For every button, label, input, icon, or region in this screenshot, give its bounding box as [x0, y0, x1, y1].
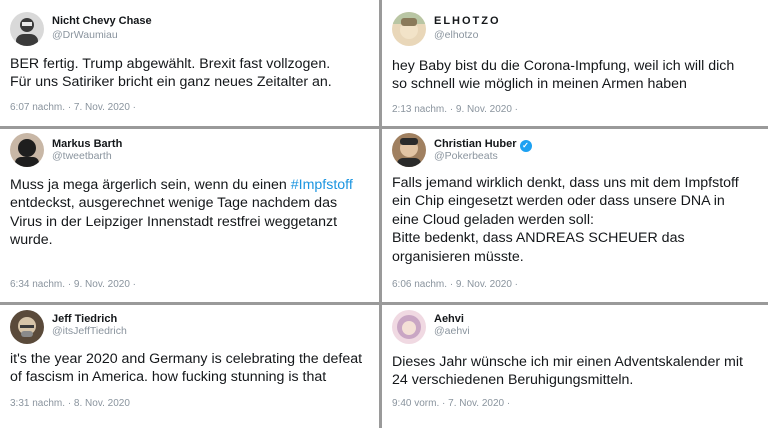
avatar-photo-icon [392, 310, 426, 344]
grid-divider-vertical [379, 0, 382, 428]
user-handle[interactable]: @itsJeffTiedrich [52, 325, 127, 337]
tweet-text-line: it's the year 2020 and Germany is celebr… [10, 351, 363, 367]
avatar-photo-icon [10, 310, 44, 344]
user-handle[interactable]: @DrWaumiau [52, 29, 118, 41]
tweet-timestamp[interactable]: 6:34 nachm. · 9. Nov. 2020 · [10, 279, 136, 290]
tweet-text-line: Für uns Satiriker bricht ein ganz neues … [10, 74, 332, 91]
tweet-text: Falls jemand wirklich denkt, dass uns mi… [392, 174, 760, 266]
tweet-collage: Nicht Chevy Chase @DrWaumiau BER fertig.… [0, 0, 768, 428]
tweet-card-elhotzo[interactable]: ELHOTZO @elhotzo hey Baby bist du die Co… [382, 0, 768, 126]
grid-divider-horizontal [0, 302, 768, 305]
tweet-text-line: wurde. [10, 232, 53, 249]
tweet-text-line: Dieses Jahr wünsche ich mir einen Advent… [392, 354, 743, 370]
tweet-card-tweetbarth[interactable]: Markus Barth @tweetbarth Muss ja mega är… [0, 129, 379, 302]
hashtag-link[interactable]: #Impfstoff [291, 177, 353, 193]
tweet-text-line: hey Baby bist du die Corona-Impfung, wei… [392, 58, 735, 74]
avatar[interactable] [10, 12, 44, 46]
tweet-text-line: so schnell wie möglich in meinen Armen h… [392, 76, 687, 93]
avatar[interactable] [392, 133, 426, 167]
tweet-text-line: organisieren müsste. [392, 248, 524, 265]
tweet-text-line: Bitte bedenkt, dass ANDREAS SCHEUER das [392, 230, 685, 247]
avatar-photo-icon [392, 133, 426, 167]
user-handle[interactable]: @elhotzo [434, 29, 479, 41]
tweet-text: hey Baby bist du die Corona-Impfung, wei… [392, 57, 760, 94]
user-handle[interactable]: @tweetbarth [52, 150, 112, 162]
tweet-timestamp[interactable]: 6:06 nachm. · 9. Nov. 2020 · [392, 279, 518, 290]
tweet-text-line: Virus in der Leipziger Innenstadt restfr… [10, 213, 338, 230]
avatar-photo-icon [10, 12, 44, 46]
verified-badge-icon: ✓ [519, 140, 532, 152]
avatar[interactable] [392, 310, 426, 344]
tweet-text-line: ein Chip eingesetzt werden oder dass uns… [392, 193, 725, 210]
display-name-text[interactable]: Christian Huber [434, 138, 517, 150]
avatar[interactable] [392, 12, 426, 46]
display-name[interactable]: Nicht Chevy Chase [52, 15, 152, 27]
user-handle[interactable]: @aehvi [434, 325, 470, 337]
tweet-card-pokerbeats[interactable]: Christian Huber ✓ @Pokerbeats Falls jeman… [382, 129, 768, 302]
tweet-text: Muss ja mega ärgerlich sein, wenn du ein… [10, 176, 371, 250]
tweet-text: it's the year 2020 and Germany is celebr… [10, 350, 371, 387]
tweet-text-line: Muss ja mega ärgerlich sein, wenn du ein… [10, 176, 371, 194]
avatar[interactable] [10, 133, 44, 167]
tweet-text-line: BER fertig. Trump abgewählt. Brexit fast… [10, 56, 331, 72]
avatar[interactable] [10, 310, 44, 344]
display-name[interactable]: ELHOTZO [434, 15, 501, 27]
display-name[interactable]: Aehvi [434, 313, 464, 325]
tweet-text-line: of fascism in America. how fucking stunn… [10, 369, 327, 386]
tweet-text-line: Falls jemand wirklich denkt, dass uns mi… [392, 175, 739, 191]
avatar-photo-icon [392, 12, 426, 46]
tweet-text-segment: Muss ja mega ärgerlich sein, wenn du ein… [10, 177, 291, 193]
display-name[interactable]: Jeff Tiedrich [52, 313, 117, 325]
tweet-timestamp[interactable]: 2:13 nachm. · 9. Nov. 2020 · [392, 104, 518, 115]
tweet-text: BER fertig. Trump abgewählt. Brexit fast… [10, 55, 371, 92]
grid-divider-horizontal [0, 126, 768, 129]
tweet-card-itsjefftiedrich[interactable]: Jeff Tiedrich @itsJeffTiedrich it's the … [0, 305, 379, 428]
display-name[interactable]: Markus Barth [52, 138, 122, 150]
user-handle[interactable]: @Pokerbeats [434, 150, 498, 162]
tweet-text-line: eine Cloud geladen werden soll: [392, 211, 594, 228]
tweet-card-aehvi[interactable]: Aehvi @aehvi Dieses Jahr wünsche ich mir… [382, 305, 768, 428]
tweet-text-line: 24 verschiedenen Beruhigungsmitteln. [392, 372, 634, 389]
tweet-timestamp[interactable]: 9:40 vorm. · 7. Nov. 2020 · [392, 398, 510, 409]
tweet-text: Dieses Jahr wünsche ich mir einen Advent… [392, 353, 760, 390]
tweet-timestamp[interactable]: 6:07 nachm. · 7. Nov. 2020 · [10, 102, 136, 113]
tweet-timestamp[interactable]: 3:31 nachm. · 8. Nov. 2020 [10, 398, 130, 409]
avatar-photo-icon [10, 133, 44, 167]
tweet-text-line: entdeckst, ausgerechnet wenige Tage nach… [10, 195, 338, 212]
tweet-card-drwaumiau[interactable]: Nicht Chevy Chase @DrWaumiau BER fertig.… [0, 0, 379, 126]
